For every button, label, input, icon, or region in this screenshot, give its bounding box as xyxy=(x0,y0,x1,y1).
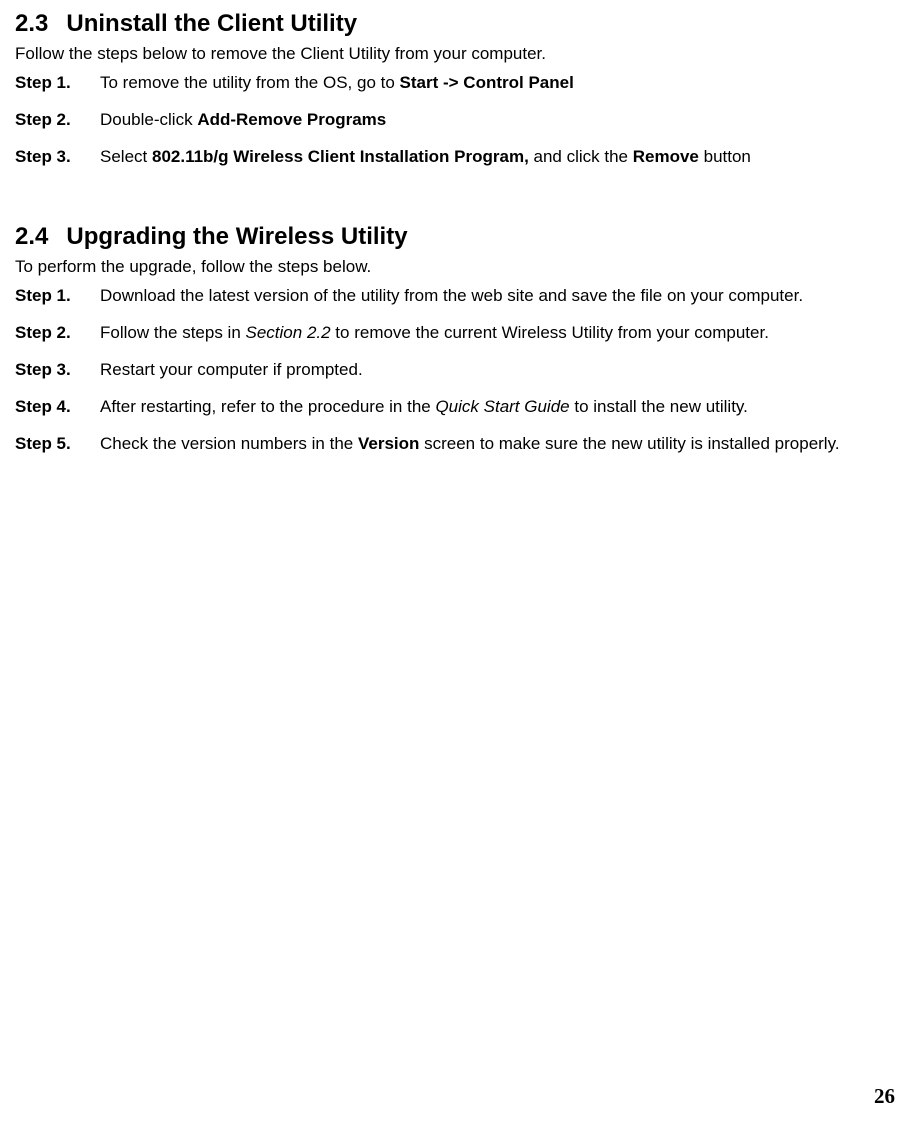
step-body: Select 802.11b/g Wireless Client Install… xyxy=(100,146,900,169)
page-number: 26 xyxy=(874,1084,895,1109)
step-body: To remove the utility from the OS, go to… xyxy=(100,72,900,95)
step-body: Double-click Add-Remove Programs xyxy=(100,109,900,132)
section-intro: Follow the steps below to remove the Cli… xyxy=(15,44,900,64)
section-number: 2.3 xyxy=(15,10,48,38)
step-label: Step 2. xyxy=(15,322,100,345)
step-row: Step 5. Check the version numbers in the… xyxy=(15,433,900,456)
step-row: Step 1. To remove the utility from the O… xyxy=(15,72,900,95)
step-row: Step 1. Download the latest version of t… xyxy=(15,285,900,308)
step-text: Select xyxy=(100,147,152,166)
step-bold: Start -> Control Panel xyxy=(400,73,574,92)
step-italic: Section 2.2 xyxy=(246,323,331,342)
step-body: Follow the steps in Section 2.2 to remov… xyxy=(100,322,900,345)
step-bold: 802.11b/g Wireless Client Installation P… xyxy=(152,147,529,166)
section-intro: To perform the upgrade, follow the steps… xyxy=(15,257,900,277)
step-text: screen to make sure the new utility is i… xyxy=(419,434,839,453)
step-text: Follow the steps in xyxy=(100,323,246,342)
step-body: After restarting, refer to the procedure… xyxy=(100,396,900,419)
step-row: Step 3. Restart your computer if prompte… xyxy=(15,359,900,382)
step-label: Step 3. xyxy=(15,359,100,382)
step-text: to remove the current Wireless Utility f… xyxy=(331,323,769,342)
step-text: Double-click xyxy=(100,110,197,129)
step-text: Restart your computer if prompted. xyxy=(100,360,363,379)
section-heading-2-4: 2.4 Upgrading the Wireless Utility xyxy=(15,223,900,251)
step-text: Download the latest version of the utili… xyxy=(100,286,803,305)
step-row: Step 2. Follow the steps in Section 2.2 … xyxy=(15,322,900,345)
step-label: Step 3. xyxy=(15,146,100,169)
step-body: Restart your computer if prompted. xyxy=(100,359,900,382)
step-bold: Version xyxy=(358,434,419,453)
step-text: to install the new utility. xyxy=(570,397,748,416)
section-title: Upgrading the Wireless Utility xyxy=(66,223,407,250)
step-italic: Quick Start Guide xyxy=(435,397,569,416)
step-body: Check the version numbers in the Version… xyxy=(100,433,900,456)
step-text: To remove the utility from the OS, go to xyxy=(100,73,400,92)
step-text: Check the version numbers in the xyxy=(100,434,358,453)
step-label: Step 5. xyxy=(15,433,100,456)
step-bold: Add-Remove Programs xyxy=(197,110,386,129)
step-label: Step 1. xyxy=(15,285,100,308)
step-bold: Remove xyxy=(633,147,699,166)
step-row: Step 4. After restarting, refer to the p… xyxy=(15,396,900,419)
step-text: and click the xyxy=(529,147,633,166)
step-row: Step 3. Select 802.11b/g Wireless Client… xyxy=(15,146,900,169)
step-text: button xyxy=(699,147,751,166)
step-label: Step 4. xyxy=(15,396,100,419)
section-heading-2-3: 2.3 Uninstall the Client Utility xyxy=(15,10,900,38)
section-number: 2.4 xyxy=(15,223,48,251)
section-title: Uninstall the Client Utility xyxy=(66,10,357,37)
step-body: Download the latest version of the utili… xyxy=(100,285,900,308)
step-label: Step 2. xyxy=(15,109,100,132)
step-label: Step 1. xyxy=(15,72,100,95)
step-row: Step 2. Double-click Add-Remove Programs xyxy=(15,109,900,132)
step-text: After restarting, refer to the procedure… xyxy=(100,397,435,416)
